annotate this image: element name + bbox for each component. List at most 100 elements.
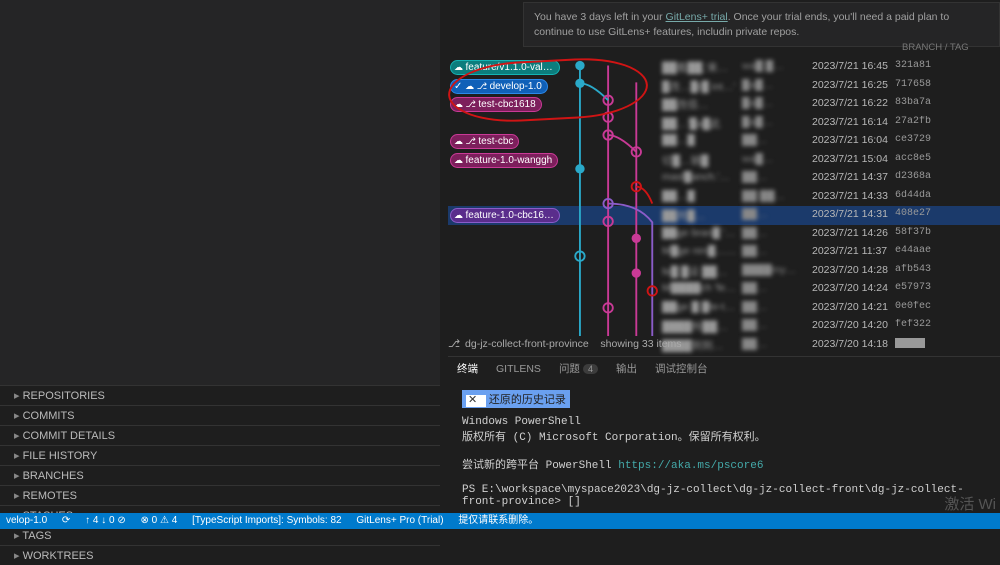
branch-ref[interactable]: develop-1.0 — [450, 79, 548, 94]
section-worktrees[interactable]: WORKTREES — [0, 545, 440, 565]
commit-date: 2023/7/21 14:26 — [812, 227, 902, 239]
commit-row[interactable]: feature-1.0-wanggh切█…销█wa█…2023/7/21 15:… — [448, 151, 1000, 170]
commit-sha: 321a81 — [895, 60, 955, 71]
commit-author: █a█… — [742, 79, 802, 91]
commit-row[interactable]: masl█anch.'…██…2023/7/21 14:37d2368a — [448, 169, 1000, 188]
commit-message: ██用█… — [662, 208, 737, 223]
commit-message: ██…█ — [662, 190, 737, 202]
commit-author: wa█… — [742, 153, 802, 165]
branch-ref[interactable]: feature-1.0-wanggh — [450, 153, 558, 168]
section-commits[interactable]: COMMITS — [0, 405, 440, 425]
commit-row[interactable]: ██…███ ██…2023/7/21 14:336d44da — [448, 188, 1000, 207]
status-bar[interactable]: velop-1.0 ⟳ ↑ 4 ↓ 0 ⊘ ⊗ 0 ⚠ 4 [TypeScrip… — [0, 513, 1000, 529]
commit-row[interactable]: ████所██… ██… 2023/7/20 14:20fef322 — [448, 317, 1000, 336]
status-extra: 提仅请联系删除。 — [458, 515, 538, 526]
branch-ref[interactable]: feature-1.0-cbc16… — [450, 208, 560, 223]
commit-message: ██…█ — [662, 134, 737, 146]
status-problems[interactable]: ⊗ 0 ⚠ 4 — [141, 515, 178, 526]
section-repositories[interactable]: REPOSITORIES — [0, 385, 440, 405]
cloud-icon — [454, 99, 466, 110]
commit-message: ██ge bran█ 'f… — [662, 227, 737, 239]
pscore-link[interactable]: https://aka.ms/pscore6 — [618, 460, 763, 472]
history-restore-badge[interactable]: 还原的历史记录 — [462, 390, 570, 408]
terminal-prompt[interactable]: PS E:\workspace\myspace2023\dg-jz-collec… — [462, 484, 986, 508]
badge: 4 — [583, 364, 598, 374]
commit-date: 2023/7/20 14:20 — [812, 319, 902, 331]
commit-sha: 27a2fb — [895, 116, 955, 127]
cloud-icon — [454, 155, 466, 166]
commit-date: 2023/7/20 14:24 — [812, 282, 902, 294]
commit-row[interactable]: ██ge bran█ 'f…██…2023/7/21 14:2658f37b — [448, 225, 1000, 244]
commit-row[interactable]: fe█ █设 ██…████myone2023/7/20 14:28afb543 — [448, 262, 1000, 281]
commit-author: ██… — [742, 319, 802, 331]
editor-empty-area — [0, 0, 440, 385]
panel-tabs: 终端GITLENS问题4输出调试控制台 — [448, 356, 1000, 378]
trial-link[interactable]: GitLens+ trial — [666, 11, 728, 23]
cloud-icon — [454, 210, 466, 221]
commit-author: ████myone — [742, 264, 802, 276]
commit-row[interactable]: M█ge ren█…[…██…2023/7/21 11:37e44aae — [448, 243, 1000, 262]
commit-row[interactable]: test-cbc██…███…2023/7/21 16:04ce3729 — [448, 132, 1000, 151]
commit-rows: feature/v1.1.0-vali… ██看██,'来… wa█ █… 2023/… — [448, 58, 1000, 354]
panel-tab[interactable]: 输出 — [607, 357, 646, 380]
commit-sha: 717658 — [895, 79, 955, 90]
check-icon — [454, 81, 465, 92]
commit-date: 2023/7/21 16:25 — [812, 79, 902, 91]
commit-date: 2023/7/21 16:04 — [812, 134, 902, 146]
terminal-line: Windows PowerShell — [462, 416, 986, 428]
branch-ref[interactable]: test-cbc1618 — [450, 97, 542, 112]
status-branch[interactable]: velop-1.0 — [6, 515, 47, 526]
repo-name[interactable]: dg-jz-collect-front-province — [465, 338, 589, 350]
commit-message: ██看██,'来… — [662, 60, 737, 75]
commit-row[interactable]: M████ch 'fe…██…2023/7/20 14:24e57973 — [448, 280, 1000, 299]
branch-icon — [466, 99, 479, 110]
commit-message: ██ge █ █te-tr… — [662, 301, 737, 313]
panel-tab[interactable]: GITLENS — [487, 359, 550, 379]
commit-row[interactable]: feature/v1.1.0-vali…██看██,'来…wa█ █…2023/… — [448, 58, 1000, 77]
commit-message: ██改佰… — [662, 97, 737, 112]
branch-icon — [466, 136, 479, 147]
status-ts-imports: [TypeScript Imports]: Symbols: 82 — [192, 515, 342, 526]
repo-summary: ⎇ dg-jz-collect-front-province showing 3… — [448, 338, 1000, 356]
panel-tab[interactable]: 终端 — [448, 357, 487, 381]
commit-author: wa█ █… — [742, 60, 802, 72]
branch-ref[interactable]: feature/v1.1.0-vali… — [450, 60, 560, 75]
commit-row[interactable]: develop-1.0 █改…█r█ int…' █a█… 2023/7/21 16:… — [448, 77, 1000, 96]
commit-sha: 58f37b — [895, 227, 955, 238]
commit-sha: acc8e5 — [895, 153, 955, 164]
commit-date: 2023/7/21 14:37 — [812, 171, 902, 183]
status-sync-icon[interactable]: ⟳ — [62, 515, 70, 526]
commit-message: ████所██… — [662, 319, 737, 334]
commit-message: M█ge ren█…[… — [662, 245, 737, 257]
panel-tab[interactable]: 问题4 — [550, 357, 607, 380]
section-remotes[interactable]: REMOTES — [0, 485, 440, 505]
commit-message: █改…█r█ int…' — [662, 79, 737, 94]
commit-row[interactable]: feature-1.0-cbc16…██用█…██…2023/7/21 14:3… — [448, 206, 1000, 225]
commit-sha: 408e27 — [895, 208, 955, 219]
commit-row[interactable]: ██ge █ █te-tr…██…2023/7/20 14:210e0fec — [448, 299, 1000, 318]
commit-date: 2023/7/21 16:22 — [812, 97, 902, 109]
panel-tab[interactable]: 调试控制台 — [646, 357, 717, 380]
commit-author: ██… — [742, 282, 802, 294]
commit-author: ██… — [742, 171, 802, 183]
commit-date: 2023/7/21 16:14 — [812, 116, 902, 128]
header-branch[interactable]: BRANCH / TAG — [902, 42, 1000, 53]
commit-sha: 6d44da — [895, 190, 955, 201]
commit-author: ██ ██… — [742, 190, 802, 202]
section-file-history[interactable]: FILE HISTORY — [0, 445, 440, 465]
status-updown[interactable]: ↑ 4 ↓ 0 ⊘ — [85, 515, 126, 526]
section-commit-details[interactable]: COMMIT DETAILS — [0, 425, 440, 445]
branch-icon — [477, 81, 490, 92]
status-gitlens[interactable]: GitLens+ Pro (Trial) — [356, 515, 443, 526]
commit-author: ██… — [742, 208, 802, 220]
commit-row[interactable]: ██…'█a█此█a█…2023/7/21 16:1427a2fb — [448, 114, 1000, 133]
branch-ref[interactable]: test-cbc — [450, 134, 519, 149]
commit-date: 2023/7/20 14:21 — [812, 301, 902, 313]
section-branches[interactable]: BRANCHES — [0, 465, 440, 485]
repo-items-count: showing 33 items — [600, 338, 681, 350]
commit-row[interactable]: test-cbc1618██改佰…█a█…2023/7/21 16:2283ba… — [448, 95, 1000, 114]
terminal-panel[interactable]: 还原的历史记录 Windows PowerShell 版权所有 (C) Micr… — [448, 380, 1000, 513]
gitlens-sidebar: REPOSITORIES COMMITS COMMIT DETAILS FILE… — [0, 385, 440, 565]
commit-sha: fef322 — [895, 319, 955, 330]
commit-message: fe█ █设 ██… — [662, 264, 737, 279]
